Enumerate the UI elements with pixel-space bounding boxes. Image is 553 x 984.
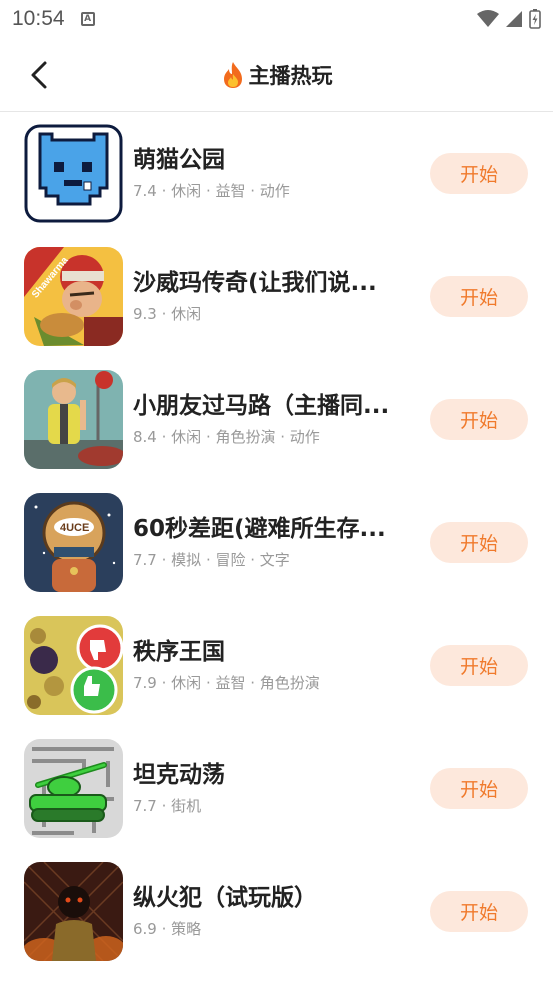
game-name: 纵火犯（试玩版）	[133, 885, 317, 911]
page-header: 主播热玩	[0, 38, 553, 112]
thumbs-icon	[24, 616, 123, 715]
game-score: 7.7	[133, 797, 157, 815]
start-button[interactable]: 开始	[430, 153, 528, 194]
game-row[interactable]: 坦克动荡 7.7 · 街机 开始	[0, 727, 553, 850]
title-wrap: 主播热玩	[221, 60, 333, 90]
game-name: 坦克动荡	[133, 762, 225, 788]
fire-icon	[223, 61, 242, 88]
game-row[interactable]: Shawarma 沙威玛传奇(让我们说... 9.3 · 休闲 开始	[0, 235, 553, 358]
status-bar: 10:54 A	[0, 0, 553, 38]
game-tags: 策略	[171, 920, 202, 938]
game-tags: 模拟 · 冒险 · 文字	[171, 551, 290, 569]
game-meta: 7.7 · 街机	[133, 797, 202, 815]
start-button[interactable]: 开始	[430, 645, 528, 686]
game-score: 7.4	[133, 182, 157, 200]
crossing-guard-icon	[24, 370, 123, 469]
signal-icon	[506, 11, 522, 27]
status-icons	[477, 9, 541, 29]
svg-text:4UCE: 4UCE	[60, 522, 89, 534]
game-meta: 9.3 · 休闲	[133, 305, 202, 323]
tank-icon	[24, 739, 123, 838]
game-meta: 6.9 · 策略	[133, 920, 202, 938]
game-name: 秩序王国	[133, 639, 225, 665]
start-button[interactable]: 开始	[430, 522, 528, 563]
game-row[interactable]: 纵火犯（试玩版） 6.9 · 策略 开始	[0, 850, 553, 973]
game-row[interactable]: 4UCE 60秒差距(避难所生存... 7.7 · 模拟 · 冒险 · 文字 开…	[0, 481, 553, 604]
start-button[interactable]: 开始	[430, 891, 528, 932]
game-meta: 7.9 · 休闲 · 益智 · 角色扮演	[133, 674, 320, 692]
game-meta: 8.4 · 休闲 · 角色扮演 · 动作	[133, 428, 320, 446]
game-name: 小朋友过马路（主播同...	[133, 393, 390, 419]
notification-icon: A	[80, 12, 95, 26]
start-button[interactable]: 开始	[430, 276, 528, 317]
game-name: 沙威玛传奇(让我们说...	[133, 270, 377, 296]
status-time: 10:54	[12, 7, 65, 30]
game-score: 6.9	[133, 920, 157, 938]
shawarma-icon: Shawarma	[24, 247, 123, 346]
start-button[interactable]: 开始	[430, 768, 528, 809]
game-meta: 7.4 · 休闲 · 益智 · 动作	[133, 182, 290, 200]
game-score: 8.4	[133, 428, 157, 446]
game-tags: 街机	[171, 797, 202, 815]
game-name: 萌猫公园	[133, 147, 225, 173]
back-button[interactable]	[22, 58, 56, 92]
game-row[interactable]: 萌猫公园 7.4 · 休闲 · 益智 · 动作 开始	[0, 112, 553, 235]
battery-icon	[529, 9, 541, 29]
cat-park-icon	[24, 124, 123, 223]
game-row[interactable]: 秩序王国 7.9 · 休闲 · 益智 · 角色扮演 开始	[0, 604, 553, 727]
game-meta: 7.7 · 模拟 · 冒险 · 文字	[133, 551, 290, 569]
game-name: 60秒差距(避难所生存...	[133, 516, 386, 542]
start-button[interactable]: 开始	[430, 399, 528, 440]
game-score: 7.9	[133, 674, 157, 692]
game-tags: 休闲	[171, 305, 202, 323]
astronaut-icon: 4UCE	[24, 493, 123, 592]
game-tags: 休闲 · 益智 · 动作	[171, 182, 290, 200]
game-score: 9.3	[133, 305, 157, 323]
game-tags: 休闲 · 角色扮演 · 动作	[171, 428, 320, 446]
game-row[interactable]: 小朋友过马路（主播同... 8.4 · 休闲 · 角色扮演 · 动作 开始	[0, 358, 553, 481]
page-title: 主播热玩	[248, 63, 333, 88]
game-score: 7.7	[133, 551, 157, 569]
arsonist-icon	[24, 862, 123, 961]
chevron-left-icon	[31, 61, 47, 89]
game-tags: 休闲 · 益智 · 角色扮演	[171, 674, 320, 692]
wifi-icon	[477, 10, 499, 27]
